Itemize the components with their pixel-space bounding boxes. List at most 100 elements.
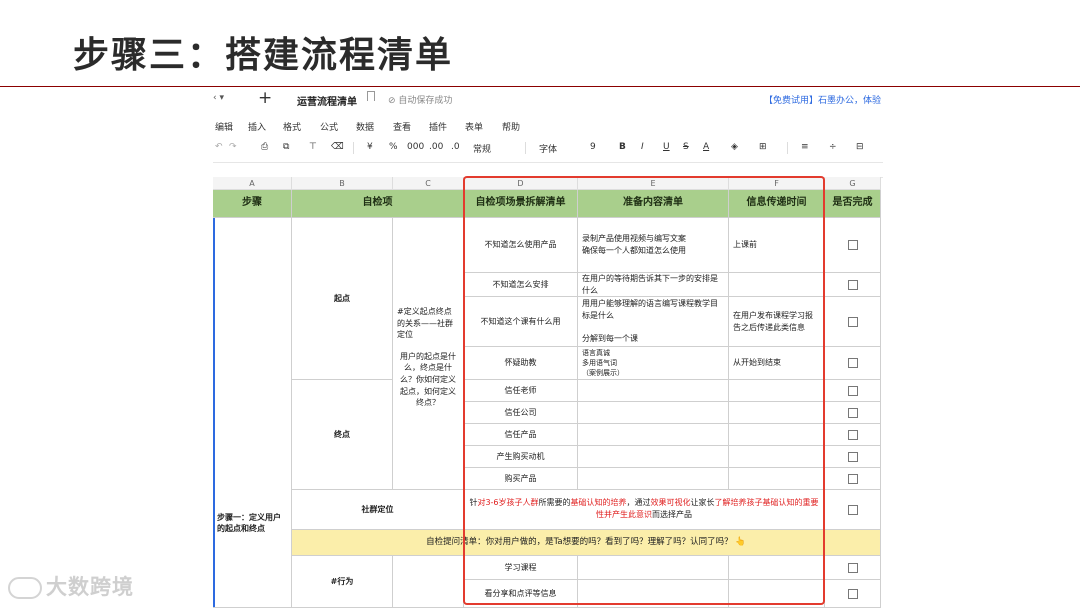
vertical-align-icon[interactable]: ÷ <box>829 142 837 152</box>
column-header-c[interactable]: C <box>393 177 464 190</box>
fill-color-icon[interactable]: ◈ <box>731 142 738 152</box>
formula-bar[interactable] <box>213 162 883 178</box>
more-options-icon[interactable]: ⊟ <box>856 142 864 152</box>
content-cell[interactable] <box>578 556 729 580</box>
delivery-time-cell[interactable]: 在用户发布课程学习报告之后传递此类信息 <box>729 297 825 347</box>
column-header-f[interactable]: F <box>729 177 825 190</box>
scenario-cell[interactable]: 信任老师 <box>464 380 578 402</box>
menu-view[interactable]: 查看 <box>393 120 411 133</box>
italic-button[interactable]: I <box>641 142 644 152</box>
content-cell[interactable] <box>578 468 729 490</box>
scenario-cell[interactable]: 信任产品 <box>464 424 578 446</box>
definition-cell[interactable]: #定义起点终点的关系——社群定位 用户的起点是什么，终点是什么？你如何定义起点，… <box>393 218 464 490</box>
document-name[interactable]: 运营流程清单 <box>297 93 357 108</box>
scenario-cell[interactable]: 学习课程 <box>464 556 578 580</box>
scenario-cell[interactable]: 怀疑助教 <box>464 347 578 380</box>
done-checkbox[interactable] <box>847 407 858 418</box>
bold-button[interactable]: B <box>619 142 626 152</box>
done-checkbox[interactable] <box>847 588 858 599</box>
scenario-cell[interactable]: 看分享和点评等信息 <box>464 580 578 608</box>
header-scenario-list[interactable]: 自检项场景拆解清单 <box>464 190 578 218</box>
done-checkbox[interactable] <box>847 562 858 573</box>
header-self-check[interactable]: 自检项 <box>292 190 464 218</box>
content-cell[interactable] <box>578 580 729 608</box>
menu-form[interactable]: 表单 <box>465 120 483 133</box>
delivery-time-cell[interactable] <box>729 556 825 580</box>
done-checkbox[interactable] <box>847 473 858 484</box>
thousands-button[interactable]: 000 <box>407 142 424 152</box>
start-point-cell[interactable]: 起点 <box>292 218 393 380</box>
undo-icon[interactable]: ↶ <box>215 142 223 152</box>
copy-format-icon[interactable]: ⧉ <box>283 142 289 152</box>
doc-switcher[interactable]: ‹ ▾ <box>213 93 224 103</box>
done-checkbox[interactable] <box>847 451 858 462</box>
text-color-button[interactable]: A <box>703 142 709 152</box>
delivery-time-cell[interactable] <box>729 580 825 608</box>
delivery-time-cell[interactable] <box>729 380 825 402</box>
action-label-cell[interactable]: #行为 <box>292 556 393 608</box>
scenario-cell[interactable]: 不知道这个课有什么用 <box>464 297 578 347</box>
community-definition-cell[interactable]: 针对3-6岁孩子人群所需要的基础认知的培养，通过效果可视化让家长了解培养孩子基础… <box>464 490 825 530</box>
scenario-cell[interactable]: 产生购买动机 <box>464 446 578 468</box>
strikethrough-button[interactable]: S <box>683 142 689 152</box>
percent-button[interactable]: % <box>389 142 398 152</box>
delivery-time-cell[interactable] <box>729 446 825 468</box>
content-cell[interactable]: 录制产品使用视频与编写文案 确保每一个人都知道怎么使用 <box>578 218 729 273</box>
delivery-time-cell[interactable] <box>729 402 825 424</box>
clear-format-icon[interactable]: ⌫ <box>331 142 344 152</box>
menu-formula[interactable]: 公式 <box>320 120 338 133</box>
decimal-increase-button[interactable]: .00 <box>429 142 443 152</box>
content-cell[interactable] <box>578 424 729 446</box>
decimal-decrease-button[interactable]: .0 <box>451 142 460 152</box>
delivery-time-cell[interactable] <box>729 273 825 297</box>
print-icon[interactable]: ⎙ <box>261 142 268 152</box>
header-done[interactable]: 是否完成 <box>825 190 881 218</box>
font-size-select[interactable]: 9 <box>590 142 596 152</box>
redo-icon[interactable]: ↷ <box>229 142 237 152</box>
currency-button[interactable]: ¥ <box>367 142 373 152</box>
menu-help[interactable]: 帮助 <box>502 120 520 133</box>
border-icon[interactable]: ⊞ <box>759 142 767 152</box>
menu-format[interactable]: 格式 <box>283 120 301 133</box>
menu-data[interactable]: 数据 <box>356 120 374 133</box>
scenario-cell[interactable]: 购买产品 <box>464 468 578 490</box>
done-checkbox[interactable] <box>847 279 858 290</box>
column-header-b[interactable]: B <box>292 177 393 190</box>
delivery-time-cell[interactable]: 上课前 <box>729 218 825 273</box>
underline-button[interactable]: U <box>663 142 670 152</box>
menu-insert[interactable]: 插入 <box>248 120 266 133</box>
paint-format-icon[interactable]: ⊤ <box>309 142 317 152</box>
header-delivery-time[interactable]: 信息传递时间 <box>729 190 825 218</box>
content-cell[interactable] <box>578 380 729 402</box>
end-point-cell[interactable]: 终点 <box>292 380 393 490</box>
header-content-list[interactable]: 准备内容清单 <box>578 190 729 218</box>
column-header-g[interactable]: G <box>825 177 881 190</box>
done-checkbox[interactable] <box>847 316 858 327</box>
self-check-prompt[interactable]: 自检提问清单：你对用户做的，是Ta想要的吗？看到了吗？理解了吗？认同了吗？ 👆 <box>292 530 881 556</box>
content-cell[interactable]: 语言真诚 多用语气词 （案例展示） <box>578 347 729 380</box>
done-checkbox[interactable] <box>847 504 858 515</box>
done-checkbox[interactable] <box>847 358 858 368</box>
menu-edit[interactable]: 编辑 <box>215 120 233 133</box>
step-one-cell[interactable]: 步骤一：定义用户的起点和终点 <box>213 218 292 608</box>
menu-plugins[interactable]: 插件 <box>429 120 447 133</box>
column-header-e[interactable]: E <box>578 177 729 190</box>
header-step[interactable]: 步骤 <box>213 190 292 218</box>
free-trial-link[interactable]: 【免费试用】石墨办公，体验 <box>764 93 881 106</box>
empty-cell[interactable] <box>393 556 464 608</box>
new-tab-button[interactable]: + <box>258 88 272 108</box>
column-header-d[interactable]: D <box>464 177 578 190</box>
column-header-a[interactable]: A <box>213 177 292 190</box>
done-checkbox[interactable] <box>847 240 858 250</box>
scenario-cell[interactable]: 不知道怎么安排 <box>464 273 578 297</box>
community-label-cell[interactable]: 社群定位 <box>292 490 464 530</box>
bookmark-icon[interactable] <box>367 91 375 101</box>
done-checkbox[interactable] <box>847 385 858 396</box>
content-cell[interactable] <box>578 402 729 424</box>
done-checkbox[interactable] <box>847 429 858 440</box>
content-cell[interactable]: 用用户能够理解的语言编写课程教学目标是什么 分解到每一个课 <box>578 297 729 347</box>
content-cell[interactable] <box>578 446 729 468</box>
number-format-select[interactable]: 常规 <box>473 142 491 155</box>
content-cell[interactable]: 在用户的等待期告诉其下一步的安排是什么 <box>578 273 729 297</box>
delivery-time-cell[interactable] <box>729 468 825 490</box>
